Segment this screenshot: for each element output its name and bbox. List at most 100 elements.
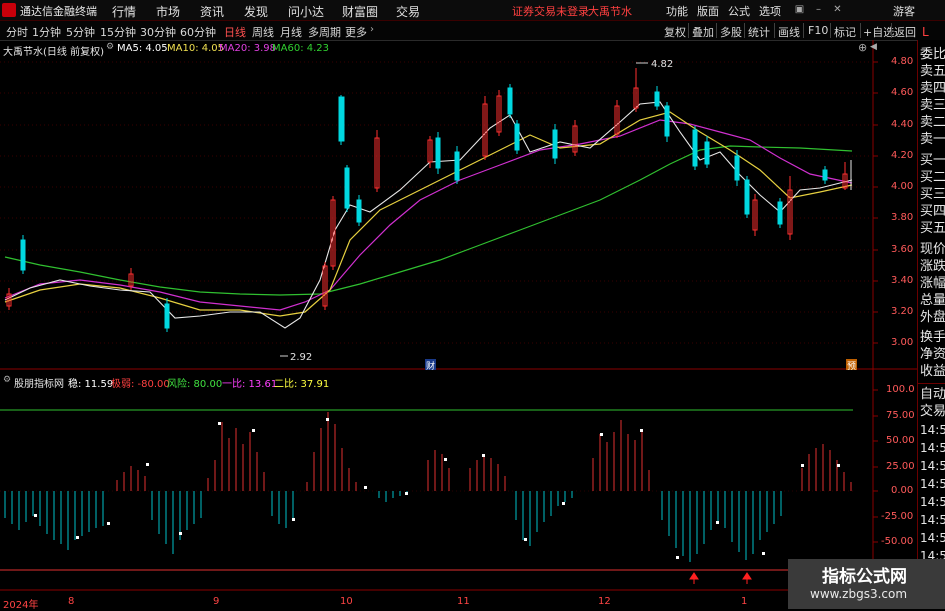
forecast-event-label: 预 — [847, 361, 856, 372]
price-tick: 3.80 — [891, 212, 914, 223]
close-icon[interactable]: ✕ — [831, 4, 844, 16]
divider — [774, 23, 775, 38]
period-monthly[interactable]: 月线 — [280, 24, 302, 40]
chart-canvas[interactable]: 4.82 2.92 财 预 — [0, 40, 917, 609]
indicator-name: 股朋指标网 — [14, 379, 64, 390]
tick-time: 14:56 — [920, 423, 945, 437]
ma5-legend: MA5: 4.05 — [117, 43, 168, 54]
menu-zixun[interactable]: 资讯 — [200, 3, 224, 20]
panel-divider — [917, 383, 945, 384]
ma60-line — [4, 145, 853, 296]
period-weekly[interactable]: 周线 — [252, 24, 274, 40]
divider — [688, 23, 689, 38]
high-price-label: 4.82 — [651, 59, 673, 70]
quote-buy2: 买二 — [920, 170, 945, 185]
quote-price: 现价 — [920, 242, 945, 257]
price-tick: 4.40 — [891, 119, 914, 130]
auto-trade-label[interactable]: 自动 — [920, 386, 945, 403]
tick-time: 14:56 — [920, 513, 945, 527]
indicator-fengxian-value: 风险: 80.00 — [167, 379, 223, 390]
price-tick: 4.80 — [891, 56, 914, 67]
price-tick: 3.20 — [891, 306, 914, 317]
tool-f10[interactable]: F10 — [808, 24, 828, 37]
time-label: 9 — [213, 596, 220, 607]
period-1min[interactable]: 1分钟 — [32, 24, 61, 40]
quote-buy3: 买三 — [920, 187, 945, 202]
tool-fuquan[interactable]: 复权 — [664, 24, 686, 40]
indicator-tick: -50.00 — [881, 536, 914, 547]
chart-title: 大禹节水(日线 前复权) — [3, 47, 104, 58]
minimize-icon[interactable]: – — [812, 4, 825, 16]
quote-net-assets: 净资 — [920, 347, 945, 362]
collapse-icon[interactable]: ◀ — [870, 42, 877, 52]
period-daily[interactable]: 日线 — [224, 24, 246, 40]
tool-add-watchlist[interactable]: +自选 — [863, 24, 894, 40]
period-60min[interactable]: 60分钟 — [180, 24, 216, 40]
tool-duogu[interactable]: 多股 — [720, 24, 742, 40]
tick-time: 14:56 — [920, 459, 945, 473]
price-grid — [0, 61, 873, 344]
tool-huaxian[interactable]: 画线 — [778, 24, 800, 40]
menu-faxian[interactable]: 发现 — [244, 3, 268, 20]
divider — [860, 23, 861, 38]
chevron-right-icon[interactable]: › — [370, 24, 374, 35]
quote-weibi: 委比 — [920, 47, 945, 62]
indicator-settings-icon[interactable]: ⚙ — [3, 375, 11, 385]
quote-sell3: 卖三 — [920, 98, 945, 113]
quote-sell5: 卖五 — [920, 64, 945, 79]
menu-gongshi[interactable]: 公式 — [728, 3, 750, 19]
stock-name-header: 大禹节水 — [588, 5, 632, 18]
quote-turnover: 换手 — [920, 330, 945, 345]
period-30min[interactable]: 30分钟 — [140, 24, 176, 40]
quote-change: 涨跌 — [920, 259, 945, 274]
menu-jiaoyi[interactable]: 交易 — [396, 3, 420, 20]
menu-banmian[interactable]: 版面 — [697, 3, 719, 19]
candlesticks — [6, 68, 848, 332]
trade-label[interactable]: 交易 — [920, 403, 945, 420]
low-price-label: 2.92 — [290, 352, 312, 363]
menu-caifuquan[interactable]: 财富圈 — [342, 3, 378, 20]
indicator-y-ticks — [873, 389, 878, 543]
price-y-ticks — [873, 61, 878, 344]
quote-buy1: 买一 — [920, 153, 945, 168]
quote-buy4: 买四 — [920, 204, 945, 219]
price-tick: 4.20 — [891, 150, 914, 161]
menu-xuanxiang[interactable]: 选项 — [759, 3, 781, 19]
period-multi[interactable]: 多周期 — [308, 24, 341, 40]
period-5min[interactable]: 5分钟 — [66, 24, 95, 40]
indicator-signal-dots — [34, 418, 840, 559]
skin-icon[interactable]: ▣ — [793, 4, 806, 16]
app-logo-icon — [2, 3, 16, 17]
quote-buy5: 买五 — [920, 221, 945, 236]
tick-time: 14:56 — [920, 531, 945, 545]
zoom-icon[interactable]: ⊕ — [858, 41, 867, 54]
time-label: 8 — [68, 596, 75, 607]
trade-login-warning[interactable]: 证券交易未登录 — [512, 3, 589, 19]
menu-hangqing[interactable]: 行情 — [112, 3, 136, 20]
ma20-legend: MA20: 3.98 — [219, 43, 277, 54]
divider — [803, 23, 804, 38]
period-fenshi[interactable]: 分时 — [6, 24, 28, 40]
indicator-wen-value: 稳: 11.59 — [68, 379, 114, 390]
indicator-yibi-value: 一比: 13.61 — [222, 379, 278, 390]
period-15min[interactable]: 15分钟 — [100, 24, 136, 40]
tick-time: 14:56 — [920, 477, 945, 491]
divider — [716, 23, 717, 38]
period-more[interactable]: 更多 — [345, 24, 367, 40]
tool-diejia[interactable]: 叠加 — [692, 24, 714, 40]
time-label: 10 — [340, 596, 353, 607]
settings-gear-icon[interactable]: ⚙ — [106, 42, 116, 52]
panel-toggle-label[interactable]: L — [922, 25, 929, 39]
menu-wenxiaoda[interactable]: 问小达 — [288, 3, 324, 20]
menu-shichang[interactable]: 市场 — [156, 3, 180, 20]
guest-account[interactable]: 游客 — [893, 3, 915, 19]
price-tick: 4.60 — [891, 87, 914, 98]
tool-biaoji[interactable]: 标记 — [834, 24, 856, 40]
indicator-tick: 0.00 — [891, 485, 914, 496]
indicator-histogram — [4, 412, 852, 562]
tool-tongji[interactable]: 统计 — [748, 24, 770, 40]
tool-back[interactable]: 返回 — [894, 24, 916, 40]
time-label: 1 — [741, 596, 748, 607]
indicator-tick: 75.00 — [886, 410, 915, 421]
menu-gongneng[interactable]: 功能 — [666, 3, 688, 19]
